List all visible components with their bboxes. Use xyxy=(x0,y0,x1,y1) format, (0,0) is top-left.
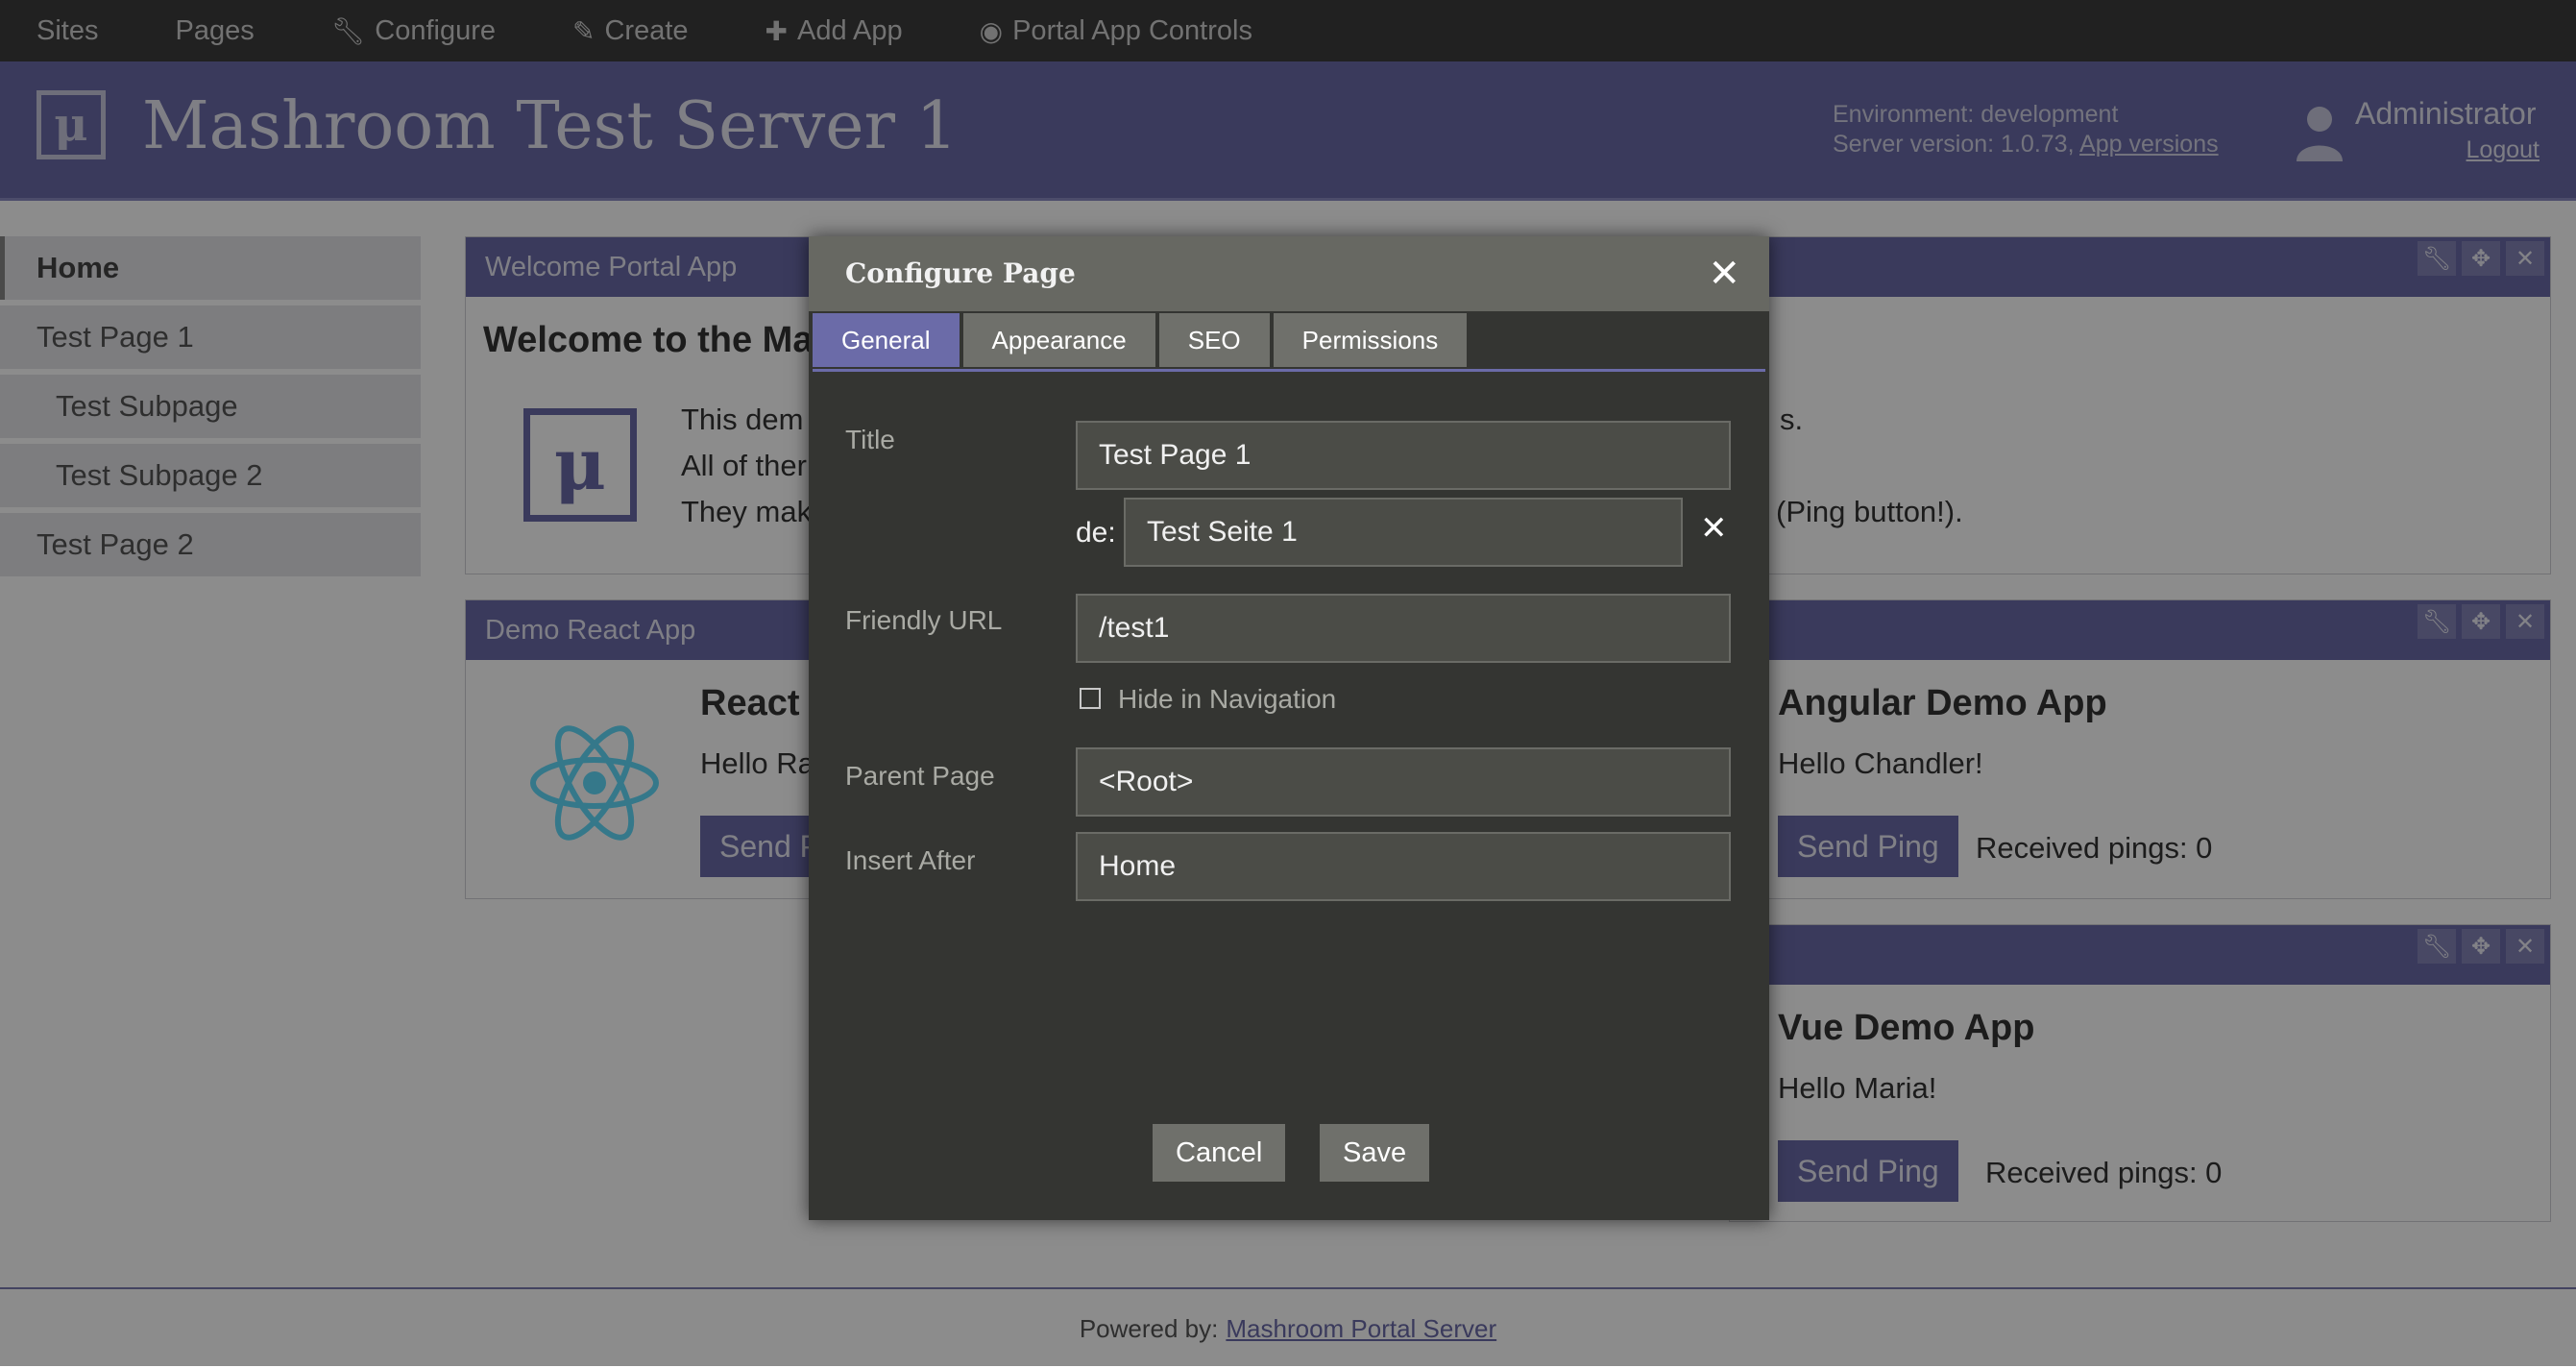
insert-after-select[interactable]: Home xyxy=(1076,832,1731,901)
dialog-tabs: General Appearance SEO Permissions xyxy=(813,313,1765,372)
parent-page-select[interactable]: <Root> xyxy=(1076,747,1731,817)
tab-permissions[interactable]: Permissions xyxy=(1273,313,1468,367)
friendly-url-field[interactable]: /test1 xyxy=(1076,594,1731,663)
title-de-field[interactable]: Test Seite 1 xyxy=(1124,498,1683,567)
hide-in-navigation-label[interactable]: Hide in Navigation xyxy=(1118,684,1336,715)
tab-appearance[interactable]: Appearance xyxy=(962,313,1155,367)
tab-seo[interactable]: SEO xyxy=(1158,313,1270,367)
close-icon[interactable]: ✕ xyxy=(1708,252,1740,296)
insert-after-label: Insert After xyxy=(845,845,976,875)
configure-page-dialog: Configure Page ✕ General Appearance SEO … xyxy=(809,236,1769,1220)
cancel-button[interactable]: Cancel xyxy=(1153,1124,1286,1182)
title-field[interactable]: Test Page 1 xyxy=(1076,421,1731,490)
remove-translation-icon[interactable]: ✕ xyxy=(1700,509,1728,548)
de-language-label: de: xyxy=(1076,517,1116,549)
friendly-url-label: Friendly URL xyxy=(845,605,1003,635)
dialog-header: Configure Page ✕ xyxy=(809,236,1769,311)
tab-general[interactable]: General xyxy=(813,313,960,367)
dialog-title: Configure Page xyxy=(845,257,1076,289)
hide-in-navigation-checkbox[interactable] xyxy=(1080,688,1101,709)
title-label: Title xyxy=(845,425,895,454)
parent-page-label: Parent Page xyxy=(845,761,995,791)
save-button[interactable]: Save xyxy=(1320,1124,1430,1182)
